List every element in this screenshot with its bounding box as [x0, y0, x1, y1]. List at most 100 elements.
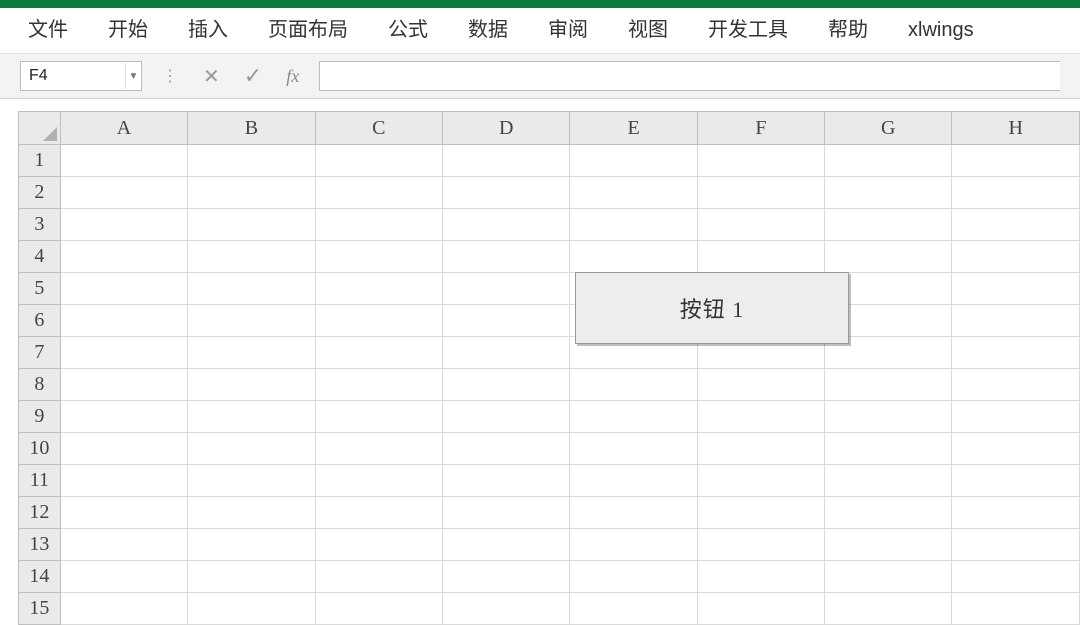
cell[interactable]	[442, 177, 569, 209]
cell[interactable]	[188, 177, 315, 209]
cell[interactable]	[952, 337, 1080, 369]
worksheet-grid[interactable]: A B C D E F G H 1 2 3 4 5 6 7 8 9 10 11 …	[18, 111, 1080, 625]
col-header-C[interactable]: C	[315, 112, 442, 145]
cell[interactable]	[188, 369, 315, 401]
cell[interactable]	[315, 529, 442, 561]
cell[interactable]	[697, 433, 824, 465]
cell[interactable]	[825, 561, 952, 593]
cell[interactable]	[315, 209, 442, 241]
cell[interactable]	[825, 433, 952, 465]
cell[interactable]	[952, 433, 1080, 465]
cell[interactable]	[570, 241, 697, 273]
cell[interactable]	[825, 593, 952, 625]
cell[interactable]	[442, 337, 569, 369]
cell[interactable]	[697, 401, 824, 433]
cell[interactable]	[188, 561, 315, 593]
row-header-13[interactable]: 13	[19, 529, 61, 561]
cell[interactable]	[188, 465, 315, 497]
cell[interactable]	[442, 529, 569, 561]
cell[interactable]	[188, 145, 315, 177]
select-all-triangle[interactable]	[19, 112, 61, 145]
cell[interactable]	[442, 273, 569, 305]
row-header-10[interactable]: 10	[19, 433, 61, 465]
cell[interactable]	[442, 305, 569, 337]
cell[interactable]	[825, 369, 952, 401]
cell[interactable]	[442, 593, 569, 625]
cell[interactable]	[60, 529, 187, 561]
name-box-dropdown-icon[interactable]: ▼	[125, 63, 141, 89]
cell[interactable]	[952, 593, 1080, 625]
cell[interactable]	[315, 465, 442, 497]
cell[interactable]	[570, 145, 697, 177]
sheet-button-1[interactable]: 按钮 1	[575, 272, 849, 344]
cell[interactable]	[60, 337, 187, 369]
cell[interactable]	[697, 529, 824, 561]
row-header-15[interactable]: 15	[19, 593, 61, 625]
cell[interactable]	[60, 145, 187, 177]
cell[interactable]	[315, 497, 442, 529]
col-header-A[interactable]: A	[60, 112, 187, 145]
cell[interactable]	[442, 209, 569, 241]
row-header-9[interactable]: 9	[19, 401, 61, 433]
name-box-input[interactable]	[21, 67, 125, 85]
row-header-6[interactable]: 6	[19, 305, 61, 337]
cell[interactable]	[570, 177, 697, 209]
cell[interactable]	[60, 401, 187, 433]
cell[interactable]	[952, 305, 1080, 337]
cell[interactable]	[570, 369, 697, 401]
cell[interactable]	[60, 433, 187, 465]
tab-insert[interactable]: 插入	[168, 8, 248, 52]
cell[interactable]	[315, 241, 442, 273]
cell[interactable]	[952, 177, 1080, 209]
cell[interactable]	[60, 305, 187, 337]
cell[interactable]	[952, 465, 1080, 497]
cell[interactable]	[188, 305, 315, 337]
cell[interactable]	[570, 209, 697, 241]
row-header-4[interactable]: 4	[19, 241, 61, 273]
cell[interactable]	[697, 593, 824, 625]
tab-formulas[interactable]: 公式	[368, 8, 448, 52]
cell[interactable]	[315, 593, 442, 625]
cell[interactable]	[60, 241, 187, 273]
cell[interactable]	[570, 401, 697, 433]
cell[interactable]	[442, 465, 569, 497]
cell[interactable]	[952, 241, 1080, 273]
cell[interactable]	[188, 209, 315, 241]
col-header-H[interactable]: H	[952, 112, 1080, 145]
cell[interactable]	[60, 561, 187, 593]
cell[interactable]	[442, 369, 569, 401]
cell[interactable]	[442, 433, 569, 465]
cell[interactable]	[697, 177, 824, 209]
cell[interactable]	[315, 337, 442, 369]
col-header-D[interactable]: D	[442, 112, 569, 145]
cell[interactable]	[697, 465, 824, 497]
col-header-E[interactable]: E	[570, 112, 697, 145]
cell[interactable]	[60, 369, 187, 401]
cell[interactable]	[825, 497, 952, 529]
cell[interactable]	[442, 145, 569, 177]
cell[interactable]	[188, 529, 315, 561]
tab-devtools[interactable]: 开发工具	[688, 8, 808, 52]
cell[interactable]	[315, 177, 442, 209]
col-header-B[interactable]: B	[188, 112, 315, 145]
cell[interactable]	[442, 497, 569, 529]
cell[interactable]	[952, 401, 1080, 433]
tab-data[interactable]: 数据	[448, 8, 528, 52]
row-header-12[interactable]: 12	[19, 497, 61, 529]
cell[interactable]	[570, 465, 697, 497]
cell[interactable]	[60, 593, 187, 625]
cell[interactable]	[952, 529, 1080, 561]
row-header-1[interactable]: 1	[19, 145, 61, 177]
row-header-3[interactable]: 3	[19, 209, 61, 241]
row-header-14[interactable]: 14	[19, 561, 61, 593]
cell[interactable]	[60, 497, 187, 529]
tab-file[interactable]: 文件	[8, 8, 88, 52]
cell[interactable]	[825, 465, 952, 497]
cell[interactable]	[570, 593, 697, 625]
cell[interactable]	[570, 497, 697, 529]
cell[interactable]	[315, 433, 442, 465]
cell[interactable]	[188, 337, 315, 369]
cell[interactable]	[825, 145, 952, 177]
tab-help[interactable]: 帮助	[808, 8, 888, 52]
cell[interactable]	[952, 369, 1080, 401]
